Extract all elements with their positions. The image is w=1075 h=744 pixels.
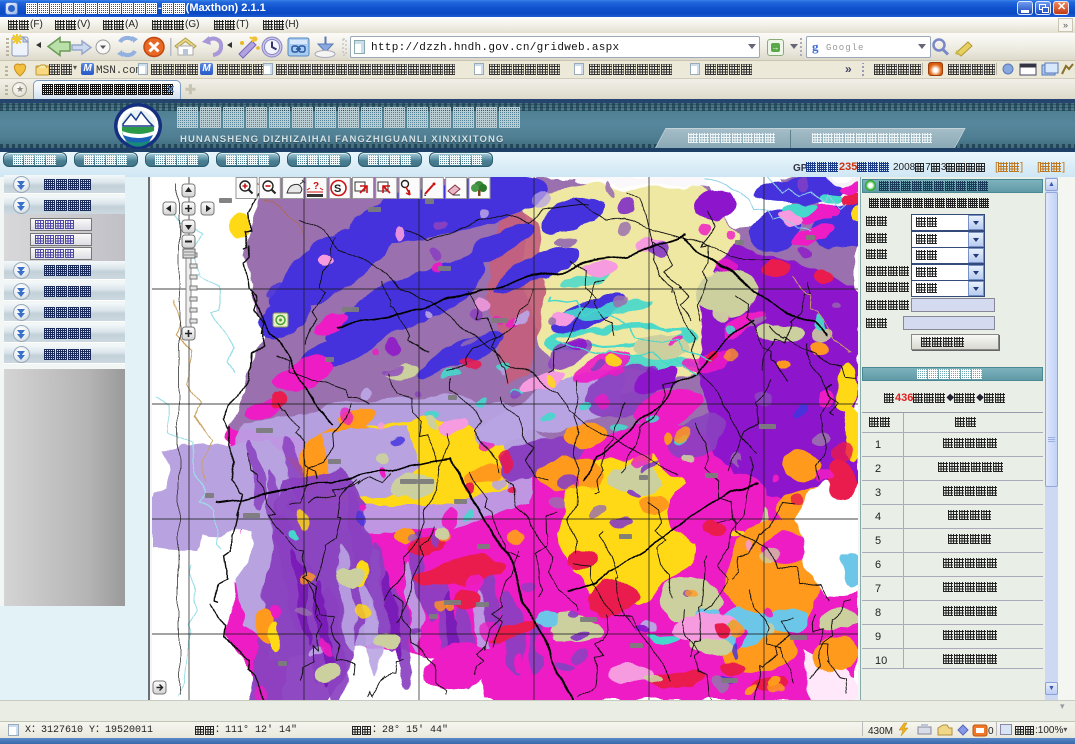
svg-text:?: ? [313,181,319,192]
svg-text:S: S [334,183,341,195]
